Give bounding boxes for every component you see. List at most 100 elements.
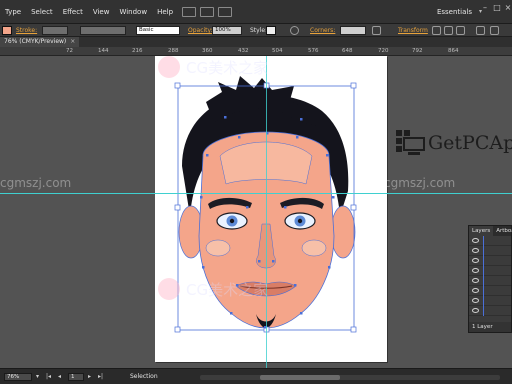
variable-width-field[interactable] [80,26,126,35]
ruler-tick: 576 [308,48,319,54]
layer-selection-marker [483,256,484,266]
vertical-guide[interactable] [266,56,267,368]
artboard-number-field[interactable]: 1 [68,373,84,381]
brush-field[interactable]: Basic [136,26,180,35]
document-tab-row: 76% (CMYK/Preview) × [0,37,512,47]
layer-row[interactable] [469,256,511,266]
ruler-tick: 144 [98,48,109,54]
right-ear-shape [330,205,356,259]
menu-view[interactable]: View [88,8,115,16]
layer-row[interactable] [469,296,511,306]
horizontal-guide[interactable] [0,193,512,194]
next-artboard-icon[interactable]: ▸ [88,373,91,380]
ruler-tick: 864 [448,48,459,54]
current-tool-status[interactable]: Selection [130,373,158,380]
layer-selection-marker [483,236,484,246]
menu-type[interactable]: Type [0,8,26,16]
panel-menu-icon[interactable] [490,26,499,35]
brush-library-icon[interactable] [218,6,233,17]
style-label: Style: [250,27,268,34]
layer-selection-marker [483,286,484,296]
ruler-tick: 432 [238,48,249,54]
layer-selection-marker [483,276,484,286]
tab-layers[interactable]: Layers [469,226,494,236]
status-bar: 76% ▾ |◂ ◂ 1 ▸ ▸| Selection [0,368,512,384]
getpc-logo: GetPCAp [396,130,512,156]
horizontal-ruler[interactable]: 72 144 216 288 360 432 504 576 648 720 7… [0,47,512,56]
ruler-tick: 720 [378,48,389,54]
fill-swatch[interactable] [2,26,12,35]
watermark-logo-icon [158,56,180,78]
watermark-text-left: cgmszj.com [0,176,72,190]
chevron-down-icon[interactable]: ▾ [36,373,39,380]
layer-row[interactable] [469,276,511,286]
visibility-eye-icon[interactable] [472,298,479,303]
align-right-icon[interactable] [456,26,465,35]
left-cheek-shape [205,239,231,257]
opacity-label[interactable]: Opacity: [188,27,213,34]
menu-window[interactable]: Window [114,8,152,16]
layers-panel-tabs: Layers Artboa [469,226,512,236]
layer-selection-marker [483,306,484,316]
visibility-eye-icon[interactable] [472,308,479,313]
layer-row[interactable] [469,236,511,246]
getpc-logo-icon [396,130,425,155]
recolor-icon[interactable] [290,26,299,35]
align-center-icon[interactable] [444,26,453,35]
layer-row[interactable] [469,246,511,256]
visibility-eye-icon[interactable] [472,278,479,283]
tab-artboards[interactable]: Artboa [493,226,512,236]
right-pupil-shape [297,218,303,224]
menu-effect[interactable]: Effect [58,8,88,16]
menu-select[interactable]: Select [26,8,58,16]
getpc-logo-text: GetPCAp [428,132,512,154]
menu-help[interactable]: Help [152,8,178,16]
align-left-icon[interactable] [432,26,441,35]
layers-panel: Layers Artboa 1 Layer [468,225,512,333]
layer-selection-marker [483,266,484,276]
left-pupil-shape [229,218,235,224]
align-icon[interactable] [372,26,381,35]
visibility-eye-icon[interactable] [472,258,479,263]
visibility-eye-icon[interactable] [472,268,479,273]
zoom-field[interactable]: 76% [4,373,32,381]
watermark-text-right: cgmszj.com [384,176,456,190]
watermark-logo-top: CG美术之家 [158,56,268,78]
previous-artboard-icon[interactable]: ◂ [58,373,61,380]
transform-label[interactable]: Transform [398,27,428,34]
stroke-weight-field[interactable] [42,26,68,35]
layer-selection-marker [483,246,484,256]
stroke-label[interactable]: Stroke: [16,27,37,34]
minimize-icon[interactable]: – [480,3,490,13]
visibility-eye-icon[interactable] [472,238,479,243]
face-illustration[interactable] [0,56,512,368]
close-icon[interactable]: × [503,3,512,13]
ruler-tick: 360 [202,48,213,54]
layer-row[interactable] [469,266,511,276]
gpu-performance-icon[interactable] [200,6,215,17]
watermark-logo-bottom: CG美术之家 [158,278,268,300]
corners-label[interactable]: Corners: [310,27,335,34]
document-tab-label: 76% (CMYK/Preview) [4,38,67,45]
layer-row[interactable] [469,306,511,316]
arrange-documents-icon[interactable] [182,6,197,17]
workspace-switcher[interactable]: Essentials [437,8,472,16]
style-swatch[interactable] [266,26,276,35]
opacity-field[interactable]: 100% [212,26,242,35]
scrollbar-thumb[interactable] [260,375,340,380]
isolate-icon[interactable] [476,26,485,35]
layer-count: 1 Layer [469,322,511,332]
first-artboard-icon[interactable]: |◂ [46,373,51,380]
document-tab[interactable]: 76% (CMYK/Preview) × [0,37,80,47]
horizontal-scrollbar[interactable] [200,375,500,380]
canvas-area[interactable]: cgmszj.com cgmszj.com CG美术之家 CG美术之家 GetP… [0,56,512,368]
visibility-eye-icon[interactable] [472,248,479,253]
ruler-tick: 648 [342,48,353,54]
last-artboard-icon[interactable]: ▸| [98,373,103,380]
close-tab-icon[interactable]: × [70,38,75,45]
corners-field[interactable] [340,26,366,35]
maximize-icon[interactable]: □ [492,3,502,13]
layer-row[interactable] [469,286,511,296]
ruler-tick: 288 [168,48,179,54]
visibility-eye-icon[interactable] [472,288,479,293]
